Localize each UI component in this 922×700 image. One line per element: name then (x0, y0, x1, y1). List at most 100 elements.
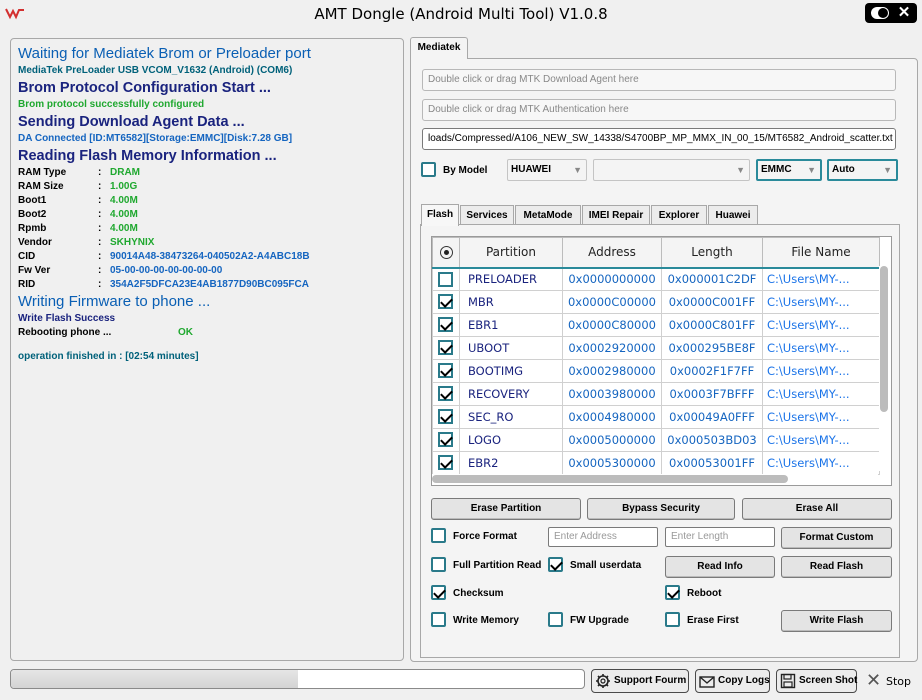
select-all-radio[interactable] (432, 237, 460, 269)
row-checkbox-cell[interactable] (432, 290, 460, 314)
table-row[interactable]: EBR1 0x0000C80000 0x0000C801FF C:\Users\MY-… (432, 313, 880, 337)
erase-partition-button[interactable]: Erase Partition (431, 498, 581, 520)
table-horizontal-scrollbar[interactable] (432, 474, 878, 484)
table-row[interactable]: RECOVERY 0x0003980000 0x0003F7BFFF C:\Users… (432, 382, 880, 406)
row-checkbox-cell[interactable] (432, 428, 460, 452)
table-row[interactable]: BOOTIMG 0x0002980000 0x0002F1F7FF C:\Users\… (432, 359, 880, 383)
small-userdata-checkbox[interactable] (548, 557, 563, 572)
file-name-cell[interactable]: C:\Users\MY-... (762, 290, 880, 314)
format-custom-button[interactable]: Format Custom (781, 527, 892, 549)
length-input[interactable]: Enter Length (665, 527, 775, 547)
row-checkbox[interactable] (438, 386, 453, 401)
file-name-cell[interactable]: C:\Users\MY-... (762, 382, 880, 406)
theme-toggle-icon[interactable] (871, 7, 889, 19)
address-input[interactable]: Enter Address (548, 527, 658, 547)
column-length[interactable]: Length (661, 237, 763, 269)
row-checkbox[interactable] (438, 317, 453, 332)
chevron-down-icon: ▼ (807, 165, 816, 175)
bypass-security-button[interactable]: Bypass Security (587, 498, 735, 520)
reboot-label: Reboot (687, 588, 722, 599)
support-forum-button[interactable]: Support Fourm (591, 669, 689, 693)
row-checkbox-cell[interactable] (432, 336, 460, 360)
close-icon[interactable]: ✕ (895, 4, 913, 22)
row-checkbox-cell[interactable] (432, 405, 460, 429)
log-heading-writing: Writing Firmware to phone ... (18, 293, 211, 310)
flash-info-row: Fw Ver:05-00-00-00-00-00-00-00 (18, 264, 403, 278)
file-name-cell[interactable]: C:\Users\MY-... (762, 428, 880, 452)
file-name-cell[interactable]: C:\Users\MY-... (762, 313, 880, 337)
row-checkbox[interactable] (438, 432, 453, 447)
erase-all-button[interactable]: Erase All (742, 498, 892, 520)
reboot-checkbox[interactable] (665, 585, 680, 600)
row-checkbox[interactable] (438, 363, 453, 378)
partition-name-cell: UBOOT (459, 336, 563, 360)
window-controls: ✕ (865, 3, 917, 23)
row-checkbox-cell[interactable] (432, 267, 460, 291)
file-name-cell[interactable]: C:\Users\MY-... (762, 359, 880, 383)
fw-upgrade-checkbox[interactable] (548, 612, 563, 627)
table-row[interactable]: PRELOADER 0x0000000000 0x000001C2DF C:\User… (432, 267, 880, 291)
table-row[interactable]: EBR2 0x0005300000 0x00053001FF C:\Users\MY-… (432, 451, 880, 475)
table-vertical-scrollbar[interactable] (879, 266, 889, 471)
erase-first-checkbox[interactable] (665, 612, 680, 627)
full-partition-read-checkbox[interactable] (431, 557, 446, 572)
checksum-checkbox[interactable] (431, 585, 446, 600)
flash-info-value: DRAM (110, 167, 140, 178)
flash-info-key: RAM Size (18, 181, 64, 192)
partition-name-cell: BOOTIMG (459, 359, 563, 383)
table-row[interactable]: UBOOT 0x0002920000 0x000295BE8F C:\Users\MY… (432, 336, 880, 360)
tab-metamode[interactable]: MetaMode (515, 205, 581, 225)
read-info-button[interactable]: Read Info (665, 556, 775, 578)
force-format-checkbox[interactable] (431, 528, 446, 543)
stop-button[interactable]: ✕ Stop (864, 671, 914, 691)
table-row[interactable]: SEC_RO 0x0004980000 0x00049A0FFF C:\Users\M… (432, 405, 880, 429)
flash-info-separator: : (98, 251, 102, 262)
model-select[interactable]: ▼ (593, 159, 750, 181)
log-reboot: Rebooting phone ... OK (18, 326, 403, 340)
row-checkbox[interactable] (438, 294, 453, 309)
write-flash-button[interactable]: Write Flash (781, 610, 892, 632)
copy-logs-button[interactable]: Copy Logs (695, 669, 770, 693)
table-row[interactable]: MBR 0x0000C00000 0x0000C001FF C:\Users\MY-.… (432, 290, 880, 314)
table-row[interactable]: LOGO 0x0005000000 0x000503BD03 C:\Users\MY-… (432, 428, 880, 452)
tab-explorer[interactable]: Explorer (651, 205, 707, 225)
write-memory-checkbox[interactable] (431, 612, 446, 627)
flash-info-list: RAM Type: DRAM RAM Size:1.00G Boot1:4.00M Bo… (18, 166, 403, 292)
column-file-name[interactable]: File Name (762, 237, 880, 269)
row-checkbox-cell[interactable] (432, 451, 460, 475)
scrollbar-thumb[interactable] (880, 266, 888, 412)
row-checkbox[interactable] (438, 409, 453, 424)
flash-info-key: Boot2 (18, 209, 47, 220)
mode-select[interactable]: Auto ▼ (827, 159, 898, 181)
flash-info-value: 4.00M (110, 223, 138, 234)
scatter-file-field[interactable]: loads/Compressed/A106_NEW_SW_14338/S4700… (422, 128, 896, 150)
storage-select[interactable]: EMMC ▼ (756, 159, 822, 181)
file-name-cell[interactable]: C:\Users\MY-... (762, 405, 880, 429)
row-checkbox-cell[interactable] (432, 359, 460, 383)
scrollbar-thumb[interactable] (432, 475, 788, 483)
brand-select[interactable]: HUAWEI ▼ (507, 159, 587, 181)
column-address[interactable]: Address (562, 237, 662, 269)
column-partition[interactable]: Partition (459, 237, 563, 269)
row-checkbox[interactable] (438, 340, 453, 355)
file-name-cell[interactable]: C:\Users\MY-... (762, 267, 880, 291)
tab-services[interactable]: Services (460, 205, 514, 225)
authentication-field[interactable]: Double click or drag MTK Authentication … (422, 99, 896, 121)
flash-info-row: CID:90014A48-38473264-040502A2-A4ABC18B (18, 250, 403, 264)
file-name-cell[interactable]: C:\Users\MY-... (762, 451, 880, 475)
tab-flash[interactable]: Flash (421, 204, 459, 226)
read-flash-button[interactable]: Read Flash (781, 556, 892, 578)
tab-huawei[interactable]: Huawei (708, 205, 758, 225)
file-name-cell[interactable]: C:\Users\MY-... (762, 336, 880, 360)
by-model-checkbox[interactable] (421, 162, 436, 177)
tab-mediatek[interactable]: Mediatek (410, 37, 468, 59)
row-checkbox-cell[interactable] (432, 313, 460, 337)
tab-imei-repair[interactable]: IMEI Repair (582, 205, 650, 225)
download-agent-field[interactable]: Double click or drag MTK Download Agent … (422, 69, 896, 91)
row-checkbox[interactable] (438, 271, 453, 287)
row-checkbox-cell[interactable] (432, 382, 460, 406)
screenshot-button[interactable]: Screen Shot (776, 669, 857, 693)
flash-info-value: 354A2F5DFCA23E4AB1877D90BC095FCA (110, 279, 309, 290)
row-checkbox[interactable] (438, 455, 453, 470)
log-panel: Waiting for Mediatek Brom or Preloader p… (10, 38, 404, 661)
